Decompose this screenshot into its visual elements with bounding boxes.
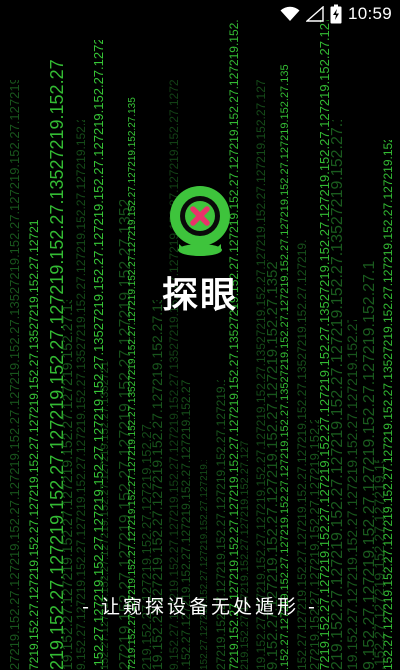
- app-title: 探眼: [161, 274, 238, 316]
- matrix-rain-column: 7219.152.27.127219.152.27.127219.152.27.…: [228, 20, 240, 670]
- splash-center: 探眼: [0, 184, 400, 318]
- matrix-rain-column: .152.27.127219.152.27.127219.152.27.1272…: [280, 64, 291, 670]
- matrix-rain-column: 7219.152.27.127219.152.27.127219.152.27.…: [128, 97, 138, 670]
- slogan-text: - 让窥探设备无处遁形 -: [82, 596, 318, 618]
- matrix-rain-column: 27219.152.27.127219.152.27.127219.152.27…: [215, 380, 227, 670]
- battery-charging-icon: [330, 4, 342, 24]
- matrix-rain-column: 219.152.27.127219.152.27.127219.152.27.1…: [240, 440, 251, 670]
- matrix-rain-column: .152.27.127219.152.27.127219.152.27.1272…: [180, 380, 192, 670]
- matrix-rain-column: 152.27.127219.152.27.127219.152.27.12721…: [100, 360, 111, 670]
- status-time: 10:59: [347, 4, 392, 23]
- splash-screen: 27219.152.27.127219.152.27.127219.152.27…: [0, 0, 400, 670]
- wifi-icon: [280, 4, 300, 24]
- signal-icon: [305, 4, 324, 24]
- matrix-rain-column: 27219.152.27.127219.152.27.127219.152.27…: [8, 80, 21, 670]
- eye-camera-logo-icon: [165, 184, 235, 258]
- matrix-rain-column: 9.152.27.127219.152.27.127219.152.27.127…: [168, 80, 180, 670]
- matrix-background: 27219.152.27.127219.152.27.127219.152.27…: [0, 0, 400, 670]
- status-bar: 10:59: [0, 0, 400, 28]
- matrix-rain-column: 152.27.127219.152.27.127219.152.27.12721…: [200, 460, 210, 670]
